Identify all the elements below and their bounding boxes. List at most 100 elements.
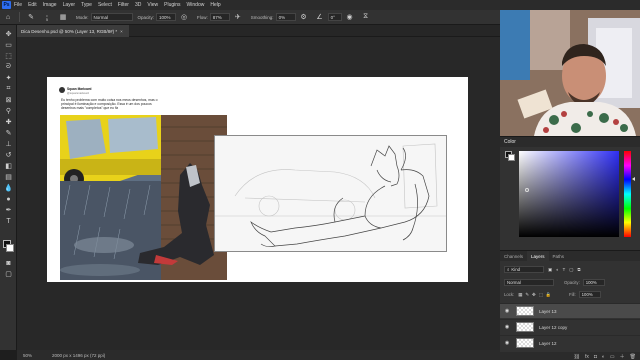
background-color-swatch[interactable]	[6, 244, 14, 252]
fill-field[interactable]: 100%	[578, 291, 601, 298]
artboard-icon[interactable]: ▭	[3, 40, 14, 50]
tab-layers[interactable]: Layers	[527, 251, 549, 261]
menu-image[interactable]: Image	[43, 2, 57, 8]
menu-view[interactable]: View	[147, 2, 158, 8]
color-field[interactable]	[519, 151, 619, 237]
pen-icon[interactable]: ✒	[3, 205, 14, 215]
symmetry-icon[interactable]: ⧖	[361, 12, 371, 22]
mode-select[interactable]: Normal	[90, 13, 133, 21]
visibility-eye-icon[interactable]: ◉	[502, 340, 512, 346]
layer-name[interactable]: Layer 13	[539, 309, 557, 314]
link-layers-icon[interactable]: ⛓	[574, 354, 580, 360]
visibility-eye-icon[interactable]: ◉	[502, 324, 512, 330]
panel-background-swatch[interactable]	[508, 154, 515, 161]
layer-name[interactable]: Layer 12 copy	[539, 325, 567, 330]
filter-shape-icon[interactable]: ▢	[569, 267, 573, 273]
eraser-icon[interactable]: ◧	[3, 161, 14, 171]
smoothing-field[interactable]: 0%	[275, 13, 296, 21]
angle-field[interactable]: 0°	[327, 13, 342, 21]
lock-transparent-icon[interactable]: ▦	[518, 292, 522, 298]
canvas-area[interactable]: Squan Markowd @squanmarkowd Eu tenho pro…	[17, 37, 500, 350]
screen-mode-icon[interactable]: ▢	[3, 269, 14, 279]
layer-row[interactable]: ◉ Layer 13	[500, 303, 640, 318]
crop-icon[interactable]: ⌗	[3, 84, 14, 94]
brush-preset-icon[interactable]: • 5	[42, 12, 52, 22]
move-icon[interactable]: ✥	[3, 29, 14, 39]
menu-file[interactable]: File	[14, 2, 22, 8]
pressure-opacity-icon[interactable]: ◎	[179, 12, 189, 22]
brush-tool-icon[interactable]: ✎	[26, 12, 36, 22]
healing-icon[interactable]: ✚	[3, 117, 14, 127]
menu-filter[interactable]: Filter	[118, 2, 129, 8]
layer-row[interactable]: ◉ Layer 12	[500, 335, 640, 350]
color-picker-marker[interactable]	[525, 188, 529, 192]
sketch-layer[interactable]	[214, 135, 447, 252]
layer-opacity-field[interactable]: 100%	[582, 279, 605, 286]
avatar	[59, 87, 65, 93]
new-group-icon[interactable]: ▭	[610, 354, 615, 360]
opacity-field[interactable]: 100%	[156, 13, 177, 21]
webcam-overlay	[500, 10, 640, 136]
menu-type[interactable]: Type	[81, 2, 92, 8]
hue-slider-handle[interactable]	[632, 177, 635, 181]
dodge-icon[interactable]: ●	[3, 194, 14, 204]
new-layer-icon[interactable]: ＋	[620, 353, 625, 360]
delete-layer-icon[interactable]: 🗑	[630, 354, 636, 360]
menu-window[interactable]: Window	[187, 2, 205, 8]
lock-pixels-icon[interactable]: ✎	[525, 292, 529, 298]
smoothing-options-icon[interactable]: ⚙	[299, 12, 309, 22]
lock-all-icon[interactable]: 🔒	[546, 292, 551, 298]
menu-layer[interactable]: Layer	[63, 2, 76, 8]
brush-icon[interactable]: ✎	[3, 128, 14, 138]
pressure-size-icon[interactable]: ◉	[345, 12, 355, 22]
type-icon[interactable]: T	[3, 216, 14, 226]
reference-artwork	[60, 115, 227, 280]
lock-artboard-icon[interactable]: ⬚	[539, 292, 543, 298]
airbrush-icon[interactable]: ✈	[233, 12, 243, 22]
flow-field[interactable]: 87%	[209, 13, 230, 21]
marquee-icon[interactable]: ⬚	[3, 51, 14, 61]
layer-style-icon[interactable]: fx	[585, 354, 589, 360]
filter-kind-select[interactable]: ⌕ Kind	[504, 266, 544, 273]
blend-mode-select[interactable]: Normal	[504, 279, 554, 286]
document-tab[interactable]: Dica Desenho.psd @ 50% (Layer 13, RGB/8#…	[17, 25, 129, 37]
lasso-icon[interactable]: ᘐ	[3, 62, 14, 72]
zoom-level[interactable]: 50%	[23, 353, 32, 358]
layer-row[interactable]: ◉ Layer 12 copy	[500, 319, 640, 334]
layer-filter-row: ⌕ Kind ▣ ◐ T ▢ ⧉	[500, 266, 640, 273]
menu-plugins[interactable]: Plugins	[164, 2, 180, 8]
layer-thumbnail	[516, 322, 534, 332]
add-mask-icon[interactable]: ◘	[594, 354, 597, 360]
close-tab-icon[interactable]: ×	[120, 29, 123, 34]
blend-opacity-row: Normal Opacity: 100%	[500, 279, 640, 286]
adjustment-layer-icon[interactable]: ◐	[602, 354, 605, 360]
layer-name[interactable]: Layer 12	[539, 341, 557, 346]
filter-type-icon[interactable]: T	[563, 267, 566, 272]
layers-panel-footer: ⛓ fx ◘ ◐ ▭ ＋ 🗑	[500, 352, 640, 360]
tab-paths[interactable]: Paths	[549, 251, 569, 261]
menu-edit[interactable]: Edit	[28, 2, 37, 8]
filter-adjustment-icon[interactable]: ◐	[556, 267, 559, 272]
gradient-icon[interactable]: ▤	[3, 172, 14, 182]
blur-icon[interactable]: 💧	[3, 183, 14, 193]
divider	[19, 12, 20, 22]
tab-channels[interactable]: Channels	[500, 251, 527, 261]
filter-smart-icon[interactable]: ⧉	[577, 267, 580, 272]
eyedropper-icon[interactable]: ⚲	[3, 106, 14, 116]
menu-select[interactable]: Select	[98, 2, 112, 8]
artboard[interactable]: Squan Markowd @squanmarkowd Eu tenho pro…	[47, 77, 468, 282]
visibility-eye-icon[interactable]: ◉	[502, 308, 512, 314]
frame-icon[interactable]: ⊠	[3, 95, 14, 105]
lock-position-icon[interactable]: ✥	[532, 292, 536, 298]
quick-mask-icon[interactable]: ◙	[3, 258, 14, 268]
angle-icon[interactable]: ∠	[315, 12, 325, 22]
brush-settings-icon[interactable]: ▦	[58, 12, 68, 22]
quick-select-icon[interactable]: ✦	[3, 73, 14, 83]
menu-help[interactable]: Help	[210, 2, 220, 8]
filter-pixel-icon[interactable]: ▣	[548, 267, 552, 273]
stamp-icon[interactable]: ⊥	[3, 139, 14, 149]
menu-3d[interactable]: 3D	[135, 2, 141, 8]
hue-slider[interactable]	[624, 151, 631, 237]
home-icon[interactable]: ⌂	[3, 12, 13, 22]
history-brush-icon[interactable]: ↺	[3, 150, 14, 160]
